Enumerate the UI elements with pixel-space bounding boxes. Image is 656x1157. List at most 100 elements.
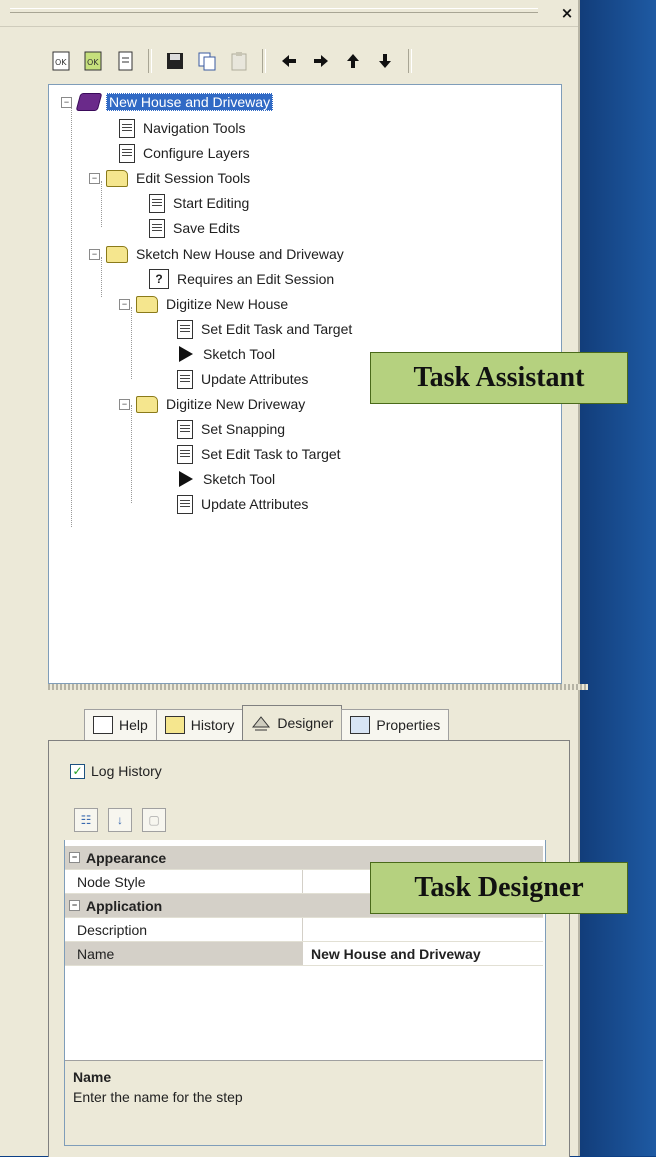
property-row-selected[interactable]: Name New House and Driveway — [65, 942, 543, 966]
play-icon — [179, 346, 193, 362]
document-icon — [149, 193, 165, 213]
tab-properties[interactable]: Properties — [341, 709, 450, 740]
help-icon — [93, 716, 113, 734]
tree-node[interactable]: Save Edits — [149, 217, 242, 239]
tree-node[interactable]: Update Attributes — [177, 368, 310, 390]
new-task-icon[interactable]: OK — [48, 48, 74, 74]
tree-node-folder[interactable]: − Digitize New House — [119, 293, 290, 315]
tab-label: Help — [119, 717, 148, 733]
document-icon — [177, 369, 193, 389]
paste-icon[interactable] — [226, 48, 252, 74]
tree-node-task[interactable]: − New House and Driveway — [61, 91, 274, 113]
property-name: Name — [77, 945, 115, 962]
book-icon — [75, 93, 103, 111]
sort-alpha-icon[interactable]: ↓ — [108, 808, 132, 832]
document-icon[interactable] — [112, 48, 138, 74]
folder-icon — [136, 395, 158, 413]
move-down-icon[interactable] — [372, 48, 398, 74]
new-step-icon[interactable]: OK — [80, 48, 106, 74]
close-icon[interactable]: × — [558, 4, 576, 22]
tree-node-folder[interactable]: − Digitize New Driveway — [119, 393, 307, 415]
tree-node-label: Set Edit Task to Target — [201, 446, 341, 462]
history-icon — [164, 716, 185, 734]
document-icon — [119, 143, 135, 163]
tree-connector — [131, 405, 132, 503]
move-right-icon[interactable] — [308, 48, 334, 74]
save-icon[interactable] — [162, 48, 188, 74]
tree-node-folder[interactable]: − Edit Session Tools — [89, 167, 252, 189]
collapse-icon[interactable]: − — [61, 96, 72, 108]
tree-node-label: Set Snapping — [201, 421, 286, 437]
tab-history[interactable]: History — [155, 709, 244, 740]
copy-icon[interactable] — [194, 48, 220, 74]
tree-node[interactable]: Set Edit Task and Target — [177, 318, 354, 340]
tree-node-label: New House and Driveway — [106, 93, 274, 111]
tree-node-label: Sketch Tool — [203, 471, 276, 487]
document-icon — [177, 319, 193, 339]
tree-node[interactable]: Set Edit Task to Target — [177, 443, 343, 465]
collapse-icon[interactable]: − — [69, 852, 80, 863]
collapse-icon[interactable]: − — [89, 172, 100, 184]
category-label: Application — [86, 897, 163, 914]
tree-node-label: Update Attributes — [201, 496, 309, 512]
folder-icon — [106, 245, 128, 263]
tree-node-label: Requires an Edit Session — [177, 271, 335, 287]
property-row[interactable]: Description — [65, 918, 543, 942]
description-pane: Name Enter the name for the step — [65, 1060, 543, 1145]
tree-node[interactable]: Configure Layers — [119, 142, 252, 164]
tab-help[interactable]: Help — [84, 709, 157, 740]
toolbar-separator — [408, 49, 412, 73]
property-pages-icon[interactable]: ▢ — [142, 808, 166, 832]
panel-titlebar[interactable]: × — [0, 0, 578, 27]
document-icon — [149, 218, 165, 238]
collapse-icon[interactable]: − — [119, 398, 130, 410]
toolbar-separator — [148, 49, 152, 73]
description-text: Enter the name for the step — [73, 1089, 243, 1105]
tree-node-label: Sketch New House and Driveway — [136, 246, 344, 262]
collapse-icon[interactable]: − — [69, 900, 80, 911]
help-icon: ? — [149, 269, 169, 289]
designer-icon — [252, 716, 271, 731]
property-name: Description — [77, 921, 148, 938]
tree-node-label: Navigation Tools — [143, 120, 246, 136]
tree-node-label: Update Attributes — [201, 371, 309, 387]
move-up-icon[interactable] — [340, 48, 366, 74]
checkmark-icon[interactable]: ✓ — [70, 763, 85, 779]
tree-node-label: Configure Layers — [143, 145, 250, 161]
tree-node-folder[interactable]: − Sketch New House and Driveway — [89, 243, 346, 265]
tree-node[interactable]: Navigation Tools — [119, 117, 247, 139]
property-value[interactable] — [302, 918, 543, 941]
tree-connector — [71, 107, 72, 527]
document-icon — [177, 444, 193, 464]
categorized-icon[interactable]: ☷ — [74, 808, 98, 832]
panel-splitter[interactable] — [48, 684, 588, 690]
property-value[interactable]: New House and Driveway — [302, 942, 543, 965]
tab-strip: Help History Designer Properties — [84, 705, 450, 740]
play-icon — [179, 471, 193, 487]
document-icon — [119, 118, 135, 138]
tree-node[interactable]: Update Attributes — [177, 493, 310, 515]
document-icon — [177, 494, 193, 514]
category-label: Appearance — [86, 849, 167, 866]
description-title: Name — [73, 1069, 112, 1085]
tree-node[interactable]: Sketch Tool — [177, 343, 277, 365]
tree-connector — [131, 307, 132, 379]
document-icon — [177, 419, 193, 439]
tree-node[interactable]: Start Editing — [149, 192, 251, 214]
collapse-icon[interactable]: − — [119, 298, 130, 310]
collapse-icon[interactable]: − — [89, 248, 100, 260]
property-grid-toolbar: ☷ ↓ ▢ — [64, 800, 554, 840]
tree-node[interactable]: Set Snapping — [177, 418, 287, 440]
tree-node[interactable]: Sketch Tool — [177, 468, 277, 490]
log-history-checkbox[interactable]: ✓ Log History — [70, 763, 162, 779]
properties-icon — [350, 716, 371, 734]
move-left-icon[interactable] — [276, 48, 302, 74]
titlebar-grip[interactable] — [10, 8, 538, 13]
tree-node-label: Start Editing — [173, 195, 250, 211]
svg-text:OK: OK — [87, 58, 99, 67]
tree-node[interactable]: ? Requires an Edit Session — [149, 268, 336, 290]
tree-node-label: Save Edits — [173, 220, 240, 236]
checkbox-label: Log History — [91, 763, 162, 779]
tab-designer[interactable]: Designer — [242, 705, 343, 740]
tree-node-label: Digitize New House — [166, 296, 289, 312]
